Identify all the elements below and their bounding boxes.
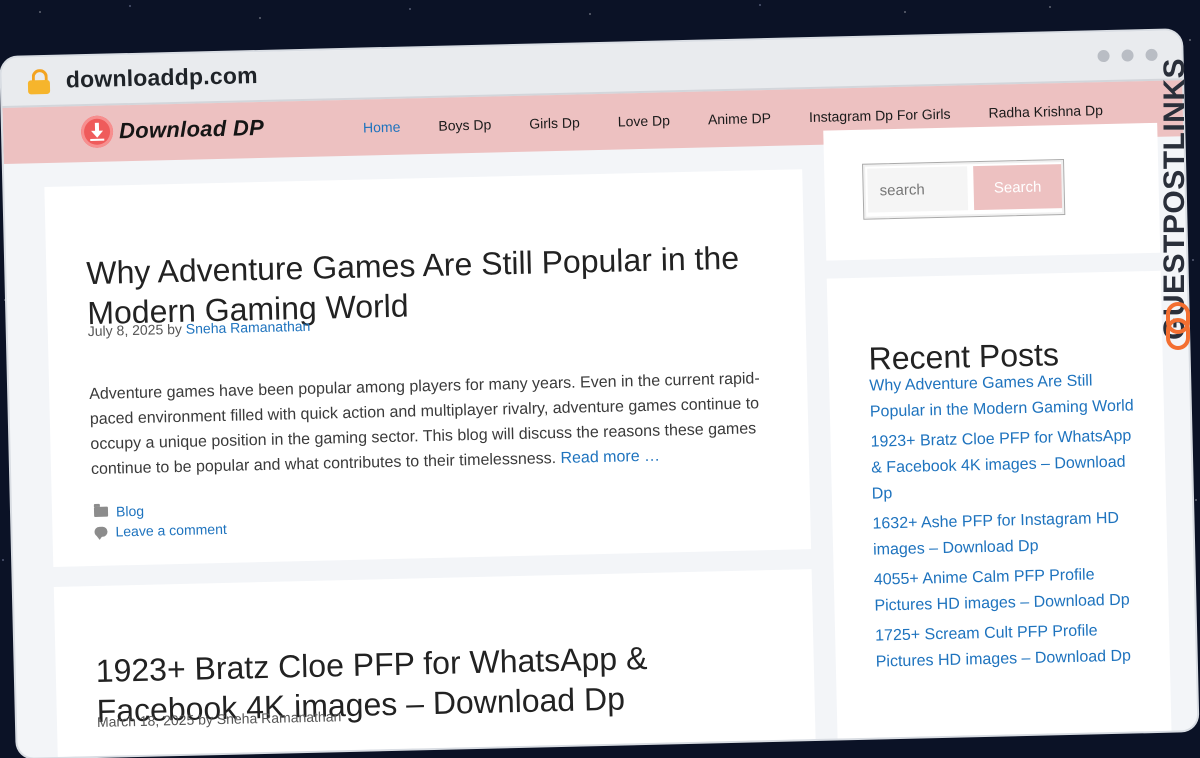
post-excerpt: Adventure games have been popular among … [89,366,771,482]
recent-post-link[interactable]: 1632+ Ashe PFP for Instagram HD images –… [872,505,1141,563]
recent-posts-list: Why Adventure Games Are Still Popular in… [869,367,1144,679]
category-link[interactable]: Blog [116,503,144,520]
post-date[interactable]: July 8, 2025 [88,321,164,339]
search-form: Search [862,159,1066,220]
post-card: Why Adventure Games Are Still Popular in… [44,169,812,567]
recent-post-link[interactable]: 4055+ Anime Calm PFP Profile Pictures HD… [874,561,1143,619]
recent-post-link[interactable]: 1725+ Scream Cult PFP Profile Pictures H… [875,617,1144,675]
logo-text: Download DP [118,114,265,144]
post-author[interactable]: Sneha Ramanathan [186,318,311,337]
lock-icon [27,68,51,95]
post-title[interactable]: Why Adventure Games Are Still Popular in… [86,237,768,333]
search-button[interactable]: Search [973,164,1063,211]
window-dot-icon[interactable] [1121,49,1134,62]
menu-item-home[interactable]: Home [363,119,401,136]
folder-icon [93,506,109,517]
menu-item-girls-dp[interactable]: Girls Dp [529,114,580,131]
download-arrow-icon [80,115,114,149]
menu-item-radha-krishna-dp[interactable]: Radha Krishna Dp [988,102,1103,121]
post-by: by [166,320,183,338]
guestpostlinks-watermark: GUESTPOSTLINKS [1158,50,1200,370]
watermark-text: GUESTPOSTLINKS [1158,57,1191,340]
post-comments: Leave a comment [94,521,227,540]
chain-link-icon [1166,302,1190,350]
leave-comment-link[interactable]: Leave a comment [115,521,227,540]
recent-post-link[interactable]: Why Adventure Games Are Still Popular in… [869,367,1138,425]
menu-item-anime-dp[interactable]: Anime DP [708,110,771,127]
read-more-link[interactable]: Read more … [560,448,660,467]
menu-item-boys-dp[interactable]: Boys Dp [438,117,491,134]
browser-window: downloaddp.com Download DP Home Boys Dp … [1,30,1198,758]
post-card: 1923+ Bratz Cloe PFP for WhatsApp & Face… [53,569,817,758]
comment-icon [94,526,108,537]
excerpt-text: Adventure games have been popular among … [89,370,760,479]
address-bar-url[interactable]: downloaddp.com [66,62,258,94]
recent-posts-widget: Recent Posts Why Adventure Games Are Sti… [826,270,1173,758]
search-input[interactable] [867,166,969,213]
menu-item-love-dp[interactable]: Love Dp [618,112,671,129]
post-category: Blog [93,503,144,520]
window-controls [1097,48,1158,63]
window-dot-icon[interactable] [1097,49,1110,63]
site-logo[interactable]: Download DP [80,112,265,149]
menu-item-instagram-dp[interactable]: Instagram Dp For Girls [809,106,951,125]
recent-post-link[interactable]: 1923+ Bratz Cloe PFP for WhatsApp & Face… [870,423,1140,507]
search-widget: Search [823,122,1161,261]
window-dot-icon[interactable] [1145,48,1158,62]
